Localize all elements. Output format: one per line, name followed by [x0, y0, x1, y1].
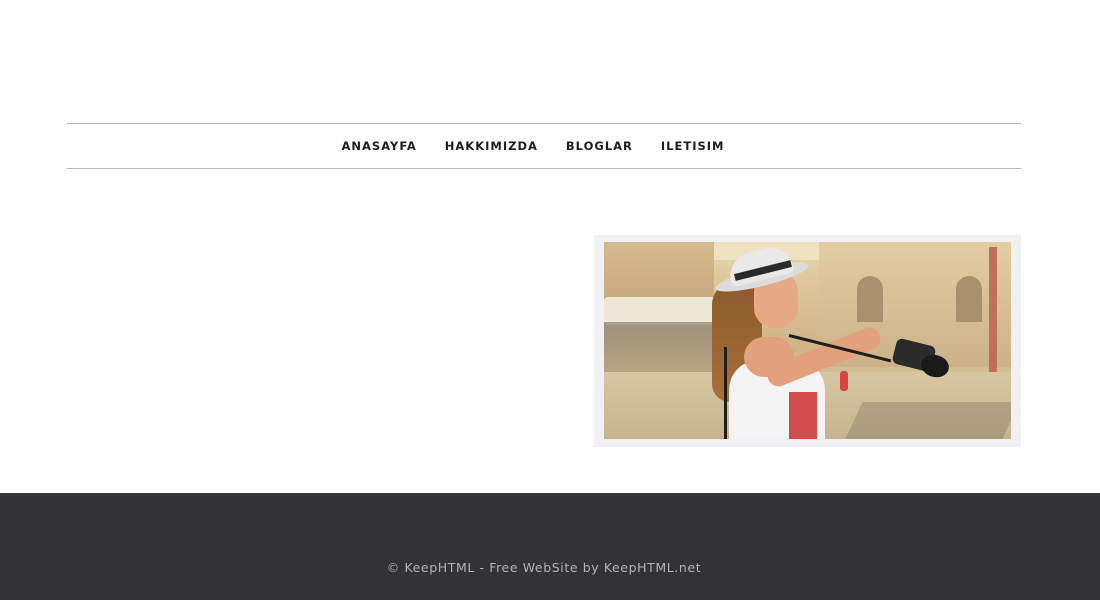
nav-item-bloglar[interactable]: BLOGLAR [552, 124, 647, 168]
site-footer: © KeepHTML - Free WebSite by KeepHTML.ne… [0, 493, 1100, 600]
main-navigation: ANASAYFA HAKKIMIZDA BLOGLAR ILETISIM [67, 123, 1021, 169]
nav-item-anasayfa[interactable]: ANASAYFA [328, 124, 431, 168]
footer-copyright: © KeepHTML - Free WebSite by KeepHTML.ne… [386, 560, 702, 575]
featured-image-frame [594, 235, 1021, 447]
header-area [0, 0, 1100, 123]
nav-item-iletisim[interactable]: ILETISIM [647, 124, 739, 168]
woman-with-camera-photo [604, 242, 1011, 439]
nav-item-hakkimizda[interactable]: HAKKIMIZDA [431, 124, 552, 168]
